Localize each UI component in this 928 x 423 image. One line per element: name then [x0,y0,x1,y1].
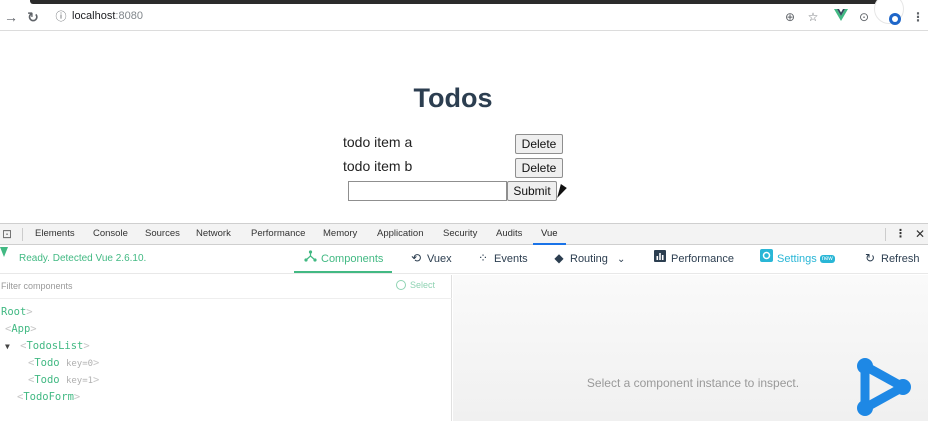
tab-memory[interactable]: Memory [323,224,357,245]
status-text: Ready. Detected Vue 2.6.10. [19,253,147,264]
url-port: :8080 [115,10,143,22]
tab-network[interactable]: Network [196,224,231,245]
tab-performance[interactable]: Performance [251,224,305,245]
expand-arrow-icon[interactable]: ▼ [5,342,10,351]
routing-label: Routing [570,253,608,265]
app-page: Todos todo item a Delete todo item b Del… [0,31,928,223]
avatar[interactable] [874,0,904,25]
info-icon[interactable]: ⓘ [52,8,70,26]
todo-input[interactable] [348,181,507,201]
refresh-button[interactable]: ↻ Refresh [863,245,920,273]
new-badge: new [819,255,835,264]
filter-components-input[interactable]: Filter components [1,281,73,291]
node-name: TodoForm [23,391,74,403]
tab-sources[interactable]: Sources [145,224,180,245]
history-icon: ⟲ [410,251,422,265]
submit-button[interactable]: Submit [507,181,557,201]
divider [885,228,886,241]
node-key: key=0 [65,359,94,369]
url-field[interactable]: localhost:8080 [72,10,143,22]
refresh-label: Refresh [881,253,920,265]
device-toggle-icon[interactable]: ⊡ [2,224,12,245]
vuex-label: Vuex [427,253,452,265]
node-name: App [11,323,31,335]
routing-icon: ◆ [554,251,564,265]
screencast-logo-icon [855,356,915,418]
vue-devtools-toolbar: Ready. Detected Vue 2.6.10. Components ⟲… [0,245,928,274]
tab-vue[interactable]: Vue [533,224,566,245]
gear-icon [759,245,773,271]
select-button[interactable]: Select [396,280,435,290]
tab-settings[interactable]: Settings new [759,245,835,273]
tab-audits[interactable]: Audits [496,224,522,245]
tab-application[interactable]: Application [377,224,423,245]
node-name: Todo [34,374,60,386]
reload-icon[interactable]: ↻ [24,8,42,26]
tab-components[interactable]: Components [294,245,393,273]
page-title: Todos [413,83,493,113]
forward-icon[interactable]: → [2,8,20,26]
todo-item-text: todo item b [343,158,413,174]
node-name: Todo [34,357,60,369]
url-host: localhost [72,10,116,22]
chevron-down-icon: ⌄ [616,254,626,265]
refresh-icon: ↻ [864,251,876,265]
tab-console[interactable]: Console [93,224,128,245]
todo-item-text: todo item a [343,134,413,150]
components-icon [303,245,317,271]
select-label: Select [410,280,436,290]
mouse-cursor-icon [557,184,568,198]
extension-icon[interactable]: ⊙ [856,9,872,25]
tree-node-todoslist[interactable]: ▼ <TodosList> [5,340,90,352]
target-icon [396,280,406,290]
tree-node-root[interactable]: Root> [1,306,33,318]
node-key: key=1 [65,376,94,386]
tab-performance-vue[interactable]: Performance [653,245,734,273]
component-tree-pane: Filter components Select Root> <App> ▼ <… [0,275,452,421]
components-label: Components [321,253,384,265]
tab-security[interactable]: Security [443,224,477,245]
events-icon: ⁘ [477,251,489,265]
delete-button[interactable]: Delete [515,134,563,154]
node-name: TodosList [26,340,84,352]
divider [22,228,23,241]
tree-node-todo[interactable]: <Todo key=0> [28,357,99,369]
node-name: Root [1,306,27,318]
menu-dots-icon[interactable]: ⋮ [910,9,926,25]
tab-vuex[interactable]: ⟲ Vuex [409,245,452,273]
devtools-menu-icon[interactable]: ⋮ [895,224,906,245]
events-label: Events [494,253,528,265]
tree-node-todo[interactable]: <Todo key=1> [28,374,99,386]
tree-node-app[interactable]: <App> [5,323,37,335]
browser-address-bar: → ↻ ⓘ localhost:8080 ⊕ ☆ ⊙ ⋮ [0,4,928,31]
tab-routing[interactable]: ◆ Routing ⌄ [552,245,625,273]
bar-chart-icon [653,245,667,271]
devtools-tab-bar: ⊡ Elements Console Sources Network Perfo… [0,223,928,245]
tree-node-todoform[interactable]: <TodoForm> [17,391,80,403]
tab-events[interactable]: ⁘ Events [476,245,528,273]
zoom-icon[interactable]: ⊕ [782,9,798,25]
delete-button[interactable]: Delete [515,158,563,178]
star-icon[interactable]: ☆ [805,9,821,25]
vue-logo-icon [0,247,8,257]
vue-extension-icon[interactable] [833,9,849,25]
close-icon[interactable]: ✕ [915,224,925,245]
tab-elements[interactable]: Elements [35,224,75,245]
settings-label: Settings [777,253,817,265]
performance-label: Performance [671,253,734,265]
filter-row: Filter components Select [0,275,452,299]
